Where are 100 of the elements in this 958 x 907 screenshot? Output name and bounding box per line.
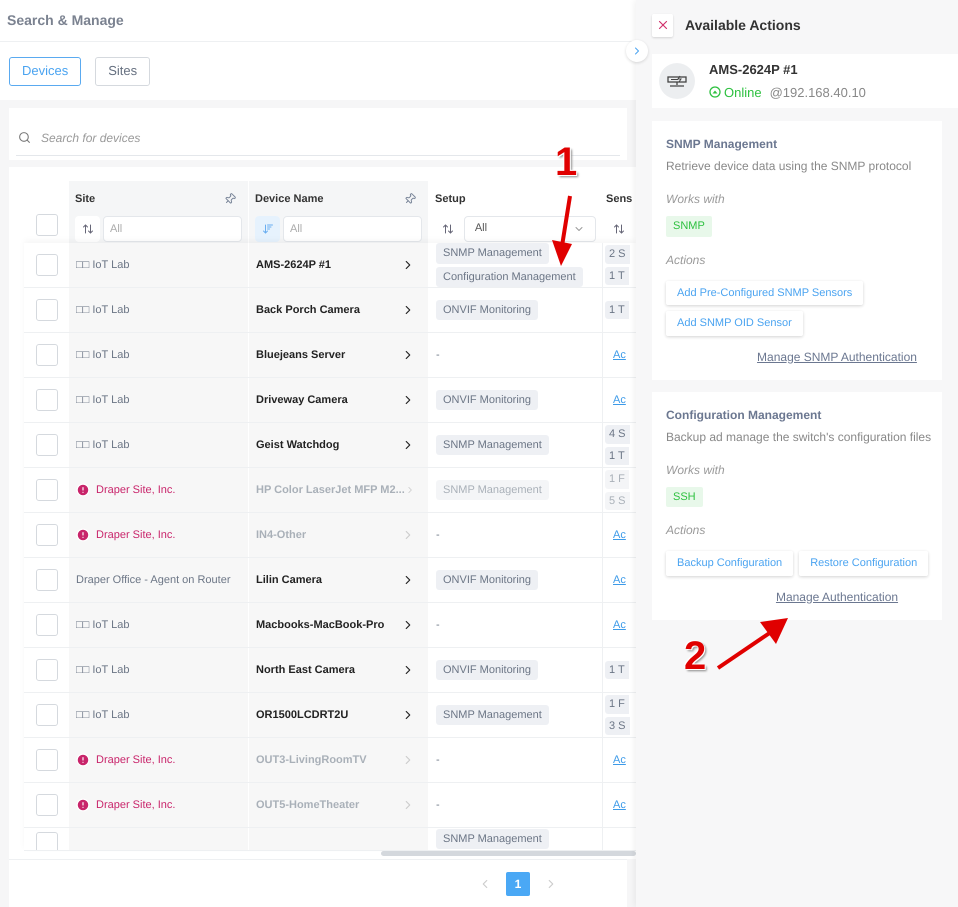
sort-icon bbox=[442, 222, 454, 234]
site-name[interactable]: □□ IoT Lab bbox=[76, 616, 130, 634]
sensor-tag: 1 T bbox=[605, 446, 629, 465]
row-checkbox[interactable] bbox=[36, 299, 58, 321]
sort-icon bbox=[82, 222, 94, 234]
close-button[interactable] bbox=[652, 14, 673, 36]
site-name[interactable]: Draper Office - Agent on Router bbox=[76, 572, 230, 588]
sensor-tag: 1 F bbox=[605, 470, 629, 488]
page-title: Search & Manage bbox=[7, 11, 124, 30]
filter-field[interactable]: All bbox=[103, 216, 242, 242]
action-button[interactable]: Add SNMP OID Sensor bbox=[666, 311, 803, 336]
sensor-tag: 3 S bbox=[605, 716, 630, 735]
setup-tag: SNMP Management bbox=[436, 434, 549, 456]
section-title: Configuration Management bbox=[666, 406, 822, 424]
tab[interactable]: Devices bbox=[9, 56, 82, 86]
empty-value: - bbox=[436, 618, 440, 633]
row-checkbox[interactable] bbox=[36, 614, 58, 636]
action-button[interactable]: Add Pre-Configured SNMP Sensors bbox=[666, 280, 864, 305]
select-all-checkbox[interactable] bbox=[36, 214, 58, 236]
add-link[interactable]: Ac bbox=[605, 392, 626, 408]
page-button[interactable]: 1 bbox=[506, 872, 530, 896]
row-checkbox[interactable] bbox=[36, 659, 58, 681]
row-checkbox[interactable] bbox=[36, 344, 58, 366]
action-button[interactable]: Backup Configuration bbox=[666, 551, 794, 576]
device-name[interactable]: Geist Watchdog bbox=[256, 436, 340, 454]
device-title: AMS-2624P #1 bbox=[709, 61, 799, 79]
alert-icon bbox=[76, 483, 90, 497]
setup-tag: SNMP Management bbox=[436, 480, 549, 500]
device-name[interactable]: Lilin Camera bbox=[256, 572, 322, 588]
section-title: SNMP Management bbox=[666, 136, 778, 153]
manage-authentication-link[interactable]: Manage Authentication bbox=[776, 588, 898, 606]
row-checkbox[interactable] bbox=[36, 832, 58, 850]
site-name[interactable]: □□ IoT Lab bbox=[76, 662, 130, 678]
row-checkbox[interactable] bbox=[36, 254, 58, 276]
setup-tag: SNMP Management bbox=[436, 828, 549, 850]
sensor-tag: 1 T bbox=[605, 266, 629, 285]
empty-value: - bbox=[436, 528, 440, 543]
switch-icon bbox=[659, 63, 695, 99]
site-name[interactable]: □□ IoT Lab bbox=[76, 302, 130, 318]
row-checkbox[interactable] bbox=[36, 389, 58, 411]
filter-field[interactable]: All bbox=[283, 216, 422, 242]
device-name[interactable]: Driveway Camera bbox=[256, 392, 348, 408]
online-icon bbox=[709, 86, 721, 98]
actions-label: Actions bbox=[666, 252, 706, 268]
sort-icon bbox=[613, 222, 625, 234]
column-header: Site bbox=[75, 192, 96, 207]
empty-value: - bbox=[436, 798, 440, 813]
setup-tag: ONVIF Monitoring bbox=[436, 300, 538, 320]
site-name[interactable]: □□ IoT Lab bbox=[76, 346, 130, 364]
site-name[interactable]: □□ IoT Lab bbox=[76, 392, 130, 408]
site-name[interactable]: □□ IoT Lab bbox=[76, 706, 130, 724]
actions-label: Actions bbox=[666, 522, 706, 539]
search-icon bbox=[18, 131, 31, 144]
setup-tag: ONVIF Monitoring bbox=[436, 390, 538, 410]
add-link[interactable]: Ac bbox=[605, 616, 626, 634]
column-header: Device Name bbox=[255, 192, 324, 207]
annotation-arrow bbox=[716, 618, 788, 670]
site-name[interactable]: □□ IoT Lab bbox=[76, 436, 130, 454]
device-name[interactable]: Bluejeans Server bbox=[256, 346, 346, 364]
action-button[interactable]: Restore Configuration bbox=[799, 551, 928, 576]
sort-icon bbox=[262, 222, 274, 234]
setup-tag: ONVIF Monitoring bbox=[436, 570, 538, 590]
row-checkbox[interactable] bbox=[36, 434, 58, 456]
tab[interactable]: Sites bbox=[95, 56, 150, 86]
sensor-tag: 1 T bbox=[605, 660, 629, 680]
works-with-label: Works with bbox=[666, 191, 726, 208]
row-checkbox[interactable] bbox=[36, 569, 58, 591]
device-name[interactable]: Macbooks-MacBook-Pro bbox=[256, 616, 384, 634]
device-name[interactable]: North East Camera bbox=[256, 662, 356, 678]
sort-toggle[interactable] bbox=[75, 216, 100, 242]
setup-tag: SNMP Management bbox=[436, 243, 549, 264]
sensor-tag: 1 T bbox=[605, 300, 629, 320]
device-name[interactable]: AMS-2624P #1 bbox=[256, 256, 332, 274]
protocol-tag: SNMP bbox=[666, 216, 712, 236]
sensor-tag: 5 S bbox=[605, 492, 630, 510]
add-link[interactable]: Ac bbox=[605, 346, 626, 364]
sensor-tag: 2 S bbox=[605, 245, 630, 264]
device-name[interactable]: Back Porch Camera bbox=[256, 302, 360, 318]
alert-icon bbox=[76, 798, 90, 812]
annotation-number: 2 bbox=[684, 636, 706, 676]
alert-icon bbox=[76, 753, 90, 767]
setup-tag: Configuration Management bbox=[436, 266, 583, 287]
device-name[interactable]: OR1500LCDRT2U bbox=[256, 706, 348, 724]
sensor-tag: 1 F bbox=[605, 695, 629, 714]
empty-value: - bbox=[436, 348, 440, 363]
ip-address: @192.168.40.10 bbox=[770, 84, 866, 102]
sort-toggle[interactable] bbox=[255, 216, 280, 242]
empty-value: - bbox=[436, 752, 440, 768]
status-label: Online bbox=[709, 82, 762, 102]
section-description: Retrieve device data using the SNMP protocol bbox=[666, 158, 912, 175]
site-name[interactable]: □□ IoT Lab bbox=[76, 256, 130, 274]
manage-authentication-link[interactable]: Manage SNMP Authentication bbox=[757, 348, 917, 366]
add-link[interactable]: Ac bbox=[605, 572, 626, 588]
alert-icon bbox=[76, 528, 90, 542]
column-header: Sens bbox=[606, 192, 632, 207]
column-header: Setup bbox=[435, 192, 466, 207]
works-with-label: Works with bbox=[666, 462, 726, 478]
row-checkbox[interactable] bbox=[36, 704, 58, 726]
protocol-tag: SSH bbox=[666, 486, 703, 507]
filter-select[interactable]: All bbox=[464, 216, 596, 242]
